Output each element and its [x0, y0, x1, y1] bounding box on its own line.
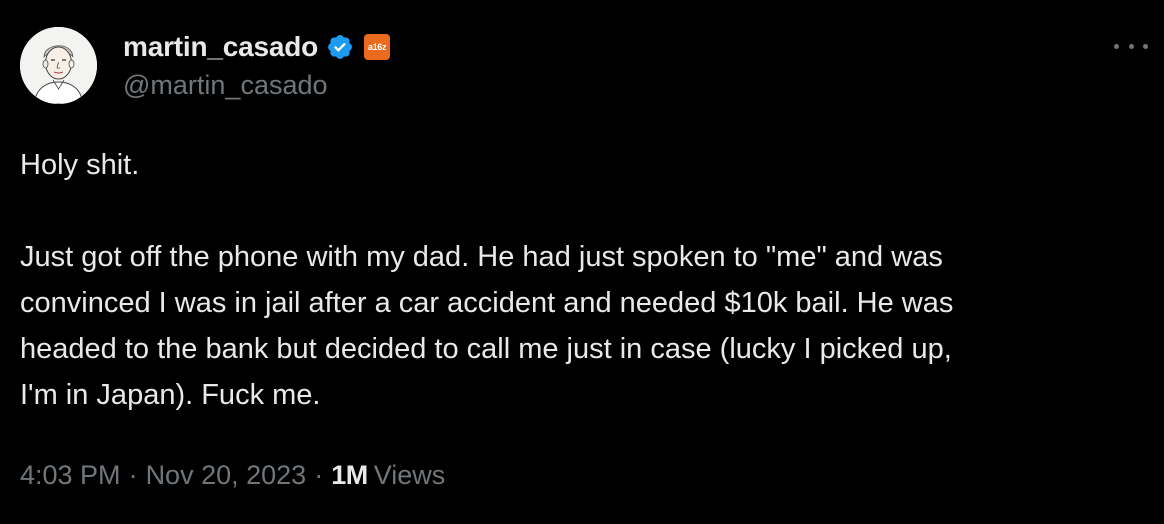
tweet-meta: 4:03 PM · Nov 20, 2023 · 1M Views	[20, 460, 445, 491]
author-handle[interactable]: @martin_casado	[123, 70, 328, 101]
tweet-line: headed to the bank but decided to call m…	[20, 333, 952, 365]
tweet-line: I'm in Japan). Fuck me.	[20, 379, 321, 411]
tweet-line-blank	[20, 188, 1150, 234]
tweet-line: Just got off the phone with my dad. He h…	[20, 241, 943, 273]
views-count[interactable]: 1M	[331, 460, 368, 491]
tweet-line: convinced I was in jail after a car acci…	[20, 287, 954, 319]
avatar-sketch-icon	[20, 27, 97, 104]
tweet-time[interactable]: 4:03 PM	[20, 460, 121, 491]
tweet-text: Holy shit. Just got off the phone with m…	[20, 142, 1150, 418]
more-horizontal-icon	[1143, 43, 1148, 49]
avatar[interactable]	[20, 27, 97, 104]
tweet-card: martin_casado a16z @martin_casado Holy s…	[0, 0, 1164, 524]
tweet-line: Holy shit.	[20, 149, 140, 181]
views-label[interactable]: Views	[374, 460, 446, 491]
verified-badge-icon[interactable]	[326, 33, 354, 61]
affiliate-badge[interactable]: a16z	[364, 34, 391, 60]
tweet-date[interactable]: Nov 20, 2023	[146, 460, 307, 491]
meta-separator: ·	[314, 460, 324, 490]
more-horizontal-icon	[1114, 43, 1119, 49]
meta-separator: ·	[128, 460, 138, 490]
display-name[interactable]: martin_casado	[123, 31, 318, 63]
more-horizontal-icon	[1128, 43, 1134, 49]
author-name-row: martin_casado a16z	[123, 30, 391, 64]
more-options-button[interactable]	[1114, 36, 1148, 56]
